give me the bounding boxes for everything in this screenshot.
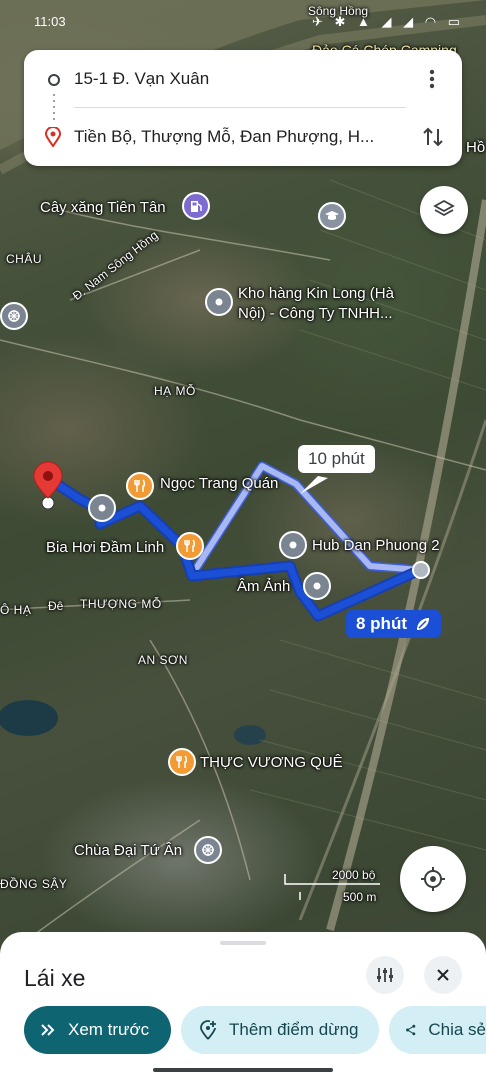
status-time: 11:03	[34, 14, 66, 29]
pond	[0, 700, 58, 736]
route-connector-dots	[53, 94, 55, 122]
share-icon	[406, 1024, 416, 1036]
my-location-button[interactable]	[400, 846, 466, 912]
destination-field[interactable]: Tiền Bộ, Thượng Mỗ, Đan Phượng, H...	[74, 127, 374, 147]
add-location-icon	[200, 1020, 216, 1040]
origin-circle-icon	[48, 74, 60, 86]
map-label-thuong-mo: THƯỢNG MỖ	[80, 597, 162, 611]
layers-icon	[433, 199, 455, 217]
gesture-nav-bar[interactable]	[153, 1068, 333, 1072]
am-anh-pin-icon[interactable]	[303, 572, 331, 600]
warehouse-pin-icon[interactable]	[205, 288, 233, 316]
map-label-an-son: AN SƠN	[138, 653, 188, 667]
map-label-chua[interactable]: Chùa Đại Tứ Ân	[74, 842, 182, 859]
map-label-kho-hang-line2[interactable]: Nội) - Công Ty TNHH...	[238, 305, 392, 322]
restaurant-icon[interactable]	[168, 748, 196, 776]
double-chevron-icon	[41, 1024, 55, 1036]
status-bar: 11:03 ✈ ✱ ▲ ◢ ◢ ◠ ▭	[0, 0, 486, 44]
scale-label-feet: 2000 bộ	[332, 868, 376, 882]
divider	[74, 107, 406, 108]
main-route-time[interactable]: 8 phút	[346, 610, 441, 638]
temple-icon[interactable]	[0, 302, 28, 330]
map-label-gas-station[interactable]: Cây xăng Tiên Tân	[40, 199, 166, 216]
main-route-time-label: 8 phút	[356, 614, 407, 633]
share-button[interactable]: Chia sẻ	[389, 1006, 486, 1054]
map-label-de: Đê	[48, 599, 64, 613]
layers-button[interactable]	[420, 186, 468, 234]
map-label-hub[interactable]: Hub Dan Phuong 2	[312, 537, 440, 554]
route-end-dot	[412, 561, 430, 579]
restaurant-icon[interactable]	[176, 532, 204, 560]
travel-mode-title: Lái xe	[24, 965, 86, 991]
map-label-chau: CHÂU	[6, 252, 43, 266]
map-label-bia-hoi[interactable]: Bia Hơi Đầm Linh	[46, 539, 164, 556]
map-label-ngoc-trang[interactable]: Ngọc Trang Quán	[160, 475, 278, 492]
hub-pin-icon[interactable]	[279, 531, 307, 559]
scale-label-meters: 500 m	[343, 890, 377, 904]
sliders-icon	[377, 968, 393, 982]
school-icon[interactable]	[318, 202, 346, 230]
preview-label: Xem trước	[68, 1020, 150, 1039]
drag-handle[interactable]	[220, 941, 266, 945]
route-card: 15-1 Đ. Vạn Xuân Tiền Bộ, Thượng Mỗ, Đan…	[24, 50, 462, 166]
map-label-dong-say: ĐỒNG SẬY	[0, 877, 68, 891]
map-label-o-ha: Ô HẠ	[0, 603, 32, 617]
add-stop-button[interactable]: Thêm điểm dừng	[181, 1006, 379, 1054]
eco-leaf-icon	[415, 616, 431, 637]
crosshair-icon	[421, 867, 445, 891]
map-label-ho: Hồ	[466, 139, 486, 156]
origin-field[interactable]: 15-1 Đ. Vạn Xuân	[74, 69, 209, 89]
add-stop-label: Thêm điểm dừng	[229, 1020, 359, 1039]
temple-icon[interactable]	[194, 836, 222, 864]
map-label-am-anh[interactable]: Âm Ảnh	[237, 578, 290, 595]
map-label-thuc-vuong[interactable]: THỰC VƯƠNG QUÊ	[200, 754, 343, 771]
bottom-sheet: Lái xe Xem trước Thêm điểm dừng Chia sẻ	[0, 932, 486, 1080]
route-options-button[interactable]	[366, 956, 404, 994]
location-pin-icon[interactable]	[88, 494, 116, 522]
status-icons: ✈ ✱ ▲ ◢ ◢ ◠ ▭	[312, 14, 464, 29]
close-icon	[437, 969, 449, 981]
swap-directions-icon[interactable]	[420, 124, 446, 150]
preview-button[interactable]: Xem trước	[24, 1006, 171, 1054]
close-button[interactable]	[424, 956, 462, 994]
restaurant-icon[interactable]	[126, 472, 154, 500]
share-label: Chia sẻ	[428, 1020, 486, 1039]
more-options-icon[interactable]	[422, 67, 442, 91]
gas-station-icon[interactable]	[182, 192, 210, 220]
alt-route-time[interactable]: 10 phút	[298, 445, 375, 473]
destination-pin-icon	[45, 127, 61, 147]
map-label-ha-mo: HẠ MỖ	[154, 384, 196, 398]
map-label-kho-hang-line1[interactable]: Kho hàng Kin Long (Hà	[238, 285, 394, 302]
